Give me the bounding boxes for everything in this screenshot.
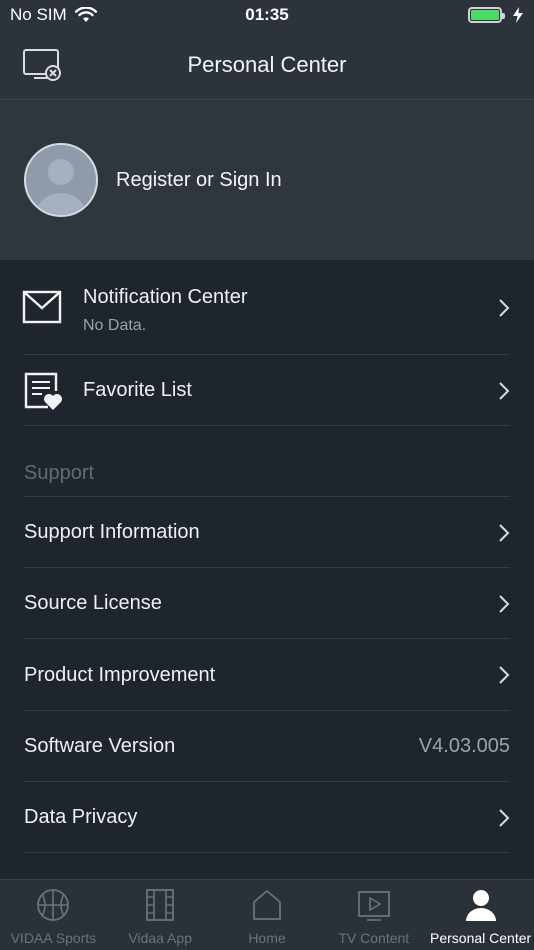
bottom-tab-bar: VIDAA Sports Vidaa App Home TV Content P… [0, 879, 534, 950]
tab-vidaa-app[interactable]: Vidaa App [107, 880, 214, 950]
status-bar: No SIM 01:35 [0, 0, 534, 30]
chevron-right-icon [499, 666, 510, 684]
tab-label: TV Content [338, 930, 410, 946]
screen-disconnect-icon[interactable] [22, 48, 62, 82]
favorite-list-label: Favorite List [83, 379, 192, 401]
support-header-divider-row [0, 426, 534, 497]
tab-tv-content[interactable]: TV Content [320, 880, 427, 950]
software-version-value: V4.03.005 [418, 735, 510, 757]
support-information-label: Support Information [24, 521, 200, 543]
play-icon [357, 891, 390, 921]
envelope-icon [22, 290, 62, 324]
wifi-icon [74, 7, 97, 22]
battery-icon [467, 7, 505, 23]
tab-label: VIDAA Sports [10, 930, 97, 946]
data-privacy-row[interactable]: Data Privacy [0, 782, 534, 853]
person-icon [465, 890, 496, 921]
signin-label: Register or Sign In [116, 168, 282, 191]
carrier-label: No SIM [10, 5, 67, 24]
tab-personal-center[interactable]: Personal Center [427, 880, 534, 950]
tab-label: Vidaa App [128, 930, 192, 946]
chevron-right-icon [499, 524, 510, 542]
product-improvement-label: Product Improvement [24, 663, 216, 686]
software-version-label: Software Version [24, 735, 176, 757]
notification-label: Notification Center [83, 286, 248, 308]
chevron-right-icon [499, 595, 510, 613]
basketball-icon [37, 889, 70, 921]
software-version-row: Software Version V4.03.005 [0, 711, 534, 782]
chevron-right-icon [499, 382, 510, 400]
source-license-label: Source License [24, 592, 162, 614]
status-right [374, 7, 524, 23]
source-license-row[interactable]: Source License [0, 568, 534, 639]
chevron-right-icon [499, 809, 510, 827]
support-information-row[interactable]: Support Information [0, 497, 534, 568]
status-left: No SIM [10, 5, 160, 25]
user-avatar-icon [24, 143, 98, 217]
favorite-list-row[interactable]: Favorite List [0, 355, 534, 426]
tab-home[interactable]: Home [214, 880, 321, 950]
profile-signin-row[interactable]: Register or Sign In [0, 100, 534, 260]
tab-label: Home [248, 930, 286, 946]
clock: 01:35 [245, 5, 289, 24]
tab-label: Personal Center [430, 930, 532, 946]
home-icon [253, 889, 281, 920]
tab-vidaa-sports[interactable]: VIDAA Sports [0, 880, 107, 950]
notification-center-row[interactable]: Notification Center No Data. [0, 260, 534, 355]
favorite-list-icon [24, 372, 62, 410]
film-icon [146, 889, 175, 921]
navigation-bar: Personal Center [0, 30, 534, 100]
notification-text: Notification Center No Data. [83, 286, 248, 335]
product-improvement-row[interactable]: Product Improvement [0, 639, 534, 711]
data-privacy-label: Data Privacy [24, 806, 138, 828]
notification-status: No Data. [83, 317, 147, 334]
page-title: Personal Center [187, 51, 347, 77]
charging-bolt-icon [512, 7, 523, 23]
chevron-right-icon [499, 299, 510, 317]
